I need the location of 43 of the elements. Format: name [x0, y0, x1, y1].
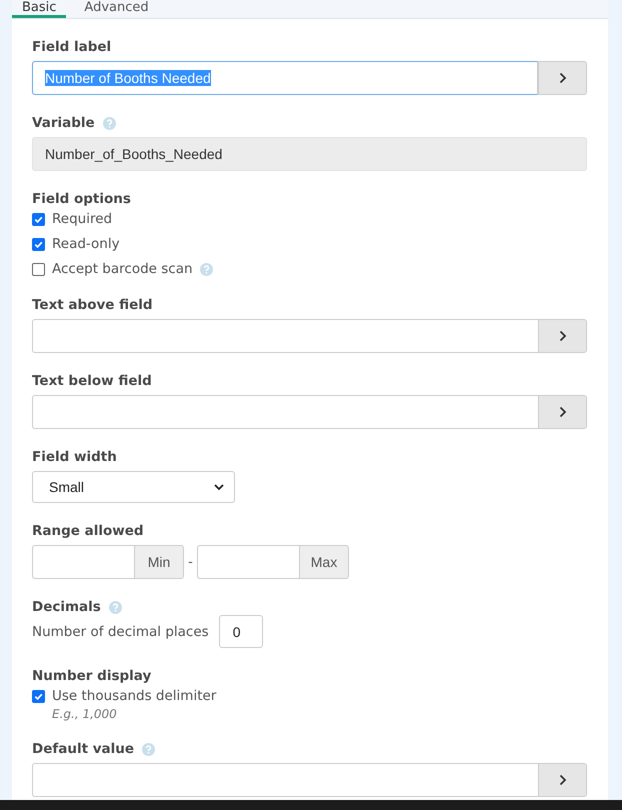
expand-button[interactable] — [538, 395, 587, 429]
expand-button[interactable] — [538, 763, 587, 797]
chevron-right-icon — [558, 774, 566, 786]
help-icon[interactable] — [142, 742, 156, 756]
min-addon: Min — [134, 545, 184, 579]
section-label: Field options — [32, 191, 131, 207]
variable-field: Number_of_Booths_Needed — [32, 137, 587, 171]
section-label: Field label — [32, 39, 112, 55]
expand-button[interactable] — [538, 61, 587, 95]
checkbox-label[interactable]: Use thousands delimiter — [52, 688, 216, 704]
help-icon[interactable] — [102, 116, 116, 130]
help-icon[interactable] — [108, 600, 122, 614]
text-field[interactable] — [32, 319, 538, 353]
text-field[interactable] — [32, 763, 538, 797]
section-label: Number display — [32, 668, 152, 684]
chevron-right-icon — [558, 406, 566, 418]
section-label: Text above field — [32, 297, 153, 313]
decimal-places-label: Number of decimal places — [32, 624, 209, 640]
text-field[interactable] — [32, 395, 538, 429]
section-label: Default value — [32, 741, 134, 757]
width-select[interactable]: Small — [32, 471, 235, 503]
chevron-right-icon — [558, 72, 566, 84]
section-label: Range allowed — [32, 523, 144, 539]
section-label: Variable — [32, 115, 95, 131]
example-hint: E.g., 1,000 — [51, 707, 118, 721]
checkbox[interactable] — [32, 238, 45, 250]
section-label: Text below field — [32, 373, 152, 389]
expand-button[interactable] — [538, 319, 587, 353]
chevron-right-icon — [558, 330, 566, 342]
decimal-places-field[interactable]: 0 — [218, 615, 263, 648]
checkbox-label[interactable]: Accept barcode scan — [52, 261, 193, 277]
checkbox[interactable] — [32, 690, 45, 702]
checkbox[interactable] — [32, 262, 45, 276]
tab[interactable]: Advanced — [74, 0, 159, 18]
range-separator: - — [187, 554, 194, 570]
checkbox-label[interactable]: Read-only — [52, 236, 120, 252]
checkbox-label[interactable]: Required — [52, 211, 112, 227]
help-icon[interactable] — [200, 262, 213, 276]
caret-icon — [214, 484, 224, 490]
section-label: Decimals — [32, 599, 101, 615]
checkbox[interactable] — [32, 212, 45, 226]
section-label: Field width — [32, 449, 117, 465]
max-addon: Max — [299, 545, 349, 579]
